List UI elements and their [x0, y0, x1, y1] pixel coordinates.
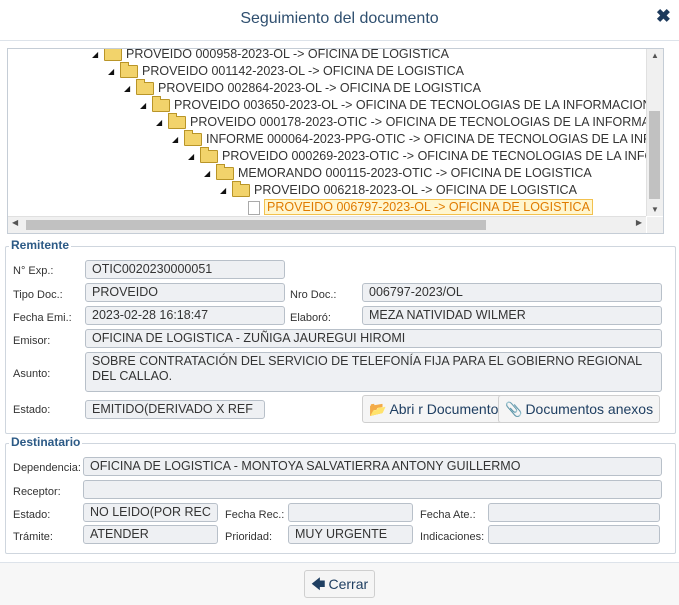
attachments-label: Documentos anexos: [525, 401, 654, 417]
remitente-section: Remitente N° Exp.: OTIC0020230000051 Tip…: [5, 238, 676, 434]
paperclip-icon: 📎: [505, 401, 523, 417]
vertical-scrollbar[interactable]: ▲ ▼: [646, 49, 663, 216]
fecharec-label: Fecha Rec.:: [225, 509, 285, 521]
horizontal-scroll-thumb[interactable]: [26, 220, 486, 230]
tree-node[interactable]: ◢ INFORME 000064-2023-PPG-OTIC -> OFICINA…: [172, 130, 646, 148]
folder-icon: [152, 96, 170, 113]
close-button[interactable]: 🡄 Cerrar: [304, 570, 376, 598]
dialog-footer: 🡄 Cerrar: [0, 562, 679, 605]
tree-node[interactable]: ◢ PROVEIDO 002864-2023-OL -> OFICINA DE L…: [124, 79, 481, 97]
tree-node-label: PROVEIDO 000958-2023-OL -> OFICINA DE LO…: [126, 49, 449, 61]
scroll-up-icon[interactable]: ▲: [647, 51, 663, 60]
expander-icon[interactable]: ◢: [172, 131, 184, 148]
open-document-button[interactable]: 📂 Abri r Documento: [362, 395, 506, 423]
horizontal-scrollbar[interactable]: ◀ ▶: [8, 216, 646, 233]
expander-icon[interactable]: ◢: [204, 165, 216, 182]
folder-icon: [216, 164, 234, 181]
tipodoc-field[interactable]: PROVEIDO: [85, 283, 285, 302]
tree-node[interactable]: ◢ PROVEIDO 000269-2023-OTIC -> OFICINA DE…: [188, 147, 646, 165]
folder-icon: [168, 113, 186, 130]
tree-node-label-selected: PROVEIDO 006797-2023-OL -> OFICINA DE LO…: [264, 199, 593, 215]
estado-field[interactable]: EMITIDO(DERIVADO X REF: [85, 400, 265, 419]
close-icon[interactable]: ✖: [656, 6, 671, 26]
nexp-field[interactable]: OTIC0020230000051: [85, 260, 285, 279]
elaboro-field[interactable]: MEZA NATIVIDAD WILMER: [362, 306, 662, 325]
tree-node-label: PROVEIDO 000178-2023-OTIC -> OFICINA DE …: [190, 115, 646, 129]
expander-icon[interactable]: ◢: [124, 80, 136, 97]
fechaate-label: Fecha Ate.:: [420, 509, 476, 521]
tramite-label: Trámite:: [13, 531, 53, 543]
folder-icon: [120, 62, 138, 79]
folder-icon: [104, 49, 122, 62]
document-tree[interactable]: ◢ PROVEIDO 000958-2023-OL -> OFICINA DE L…: [7, 48, 664, 234]
tree-node[interactable]: ◢ PROVEIDO 000958-2023-OL -> OFICINA DE L…: [92, 49, 449, 63]
tramite-field[interactable]: ATENDER: [83, 525, 218, 544]
resize-grip-icon[interactable]: [647, 217, 663, 233]
tree-viewport: ◢ PROVEIDO 000958-2023-OL -> OFICINA DE L…: [8, 49, 646, 216]
scroll-down-icon[interactable]: ▼: [647, 205, 663, 214]
tree-node-label: PROVEIDO 003650-2023-OL -> OFICINA DE TE…: [174, 98, 646, 112]
dialog-title: Seguimiento del documento: [240, 10, 439, 27]
tree-node[interactable]: ◢ MEMORANDO 000115-2023-OTIC -> OFICINA D…: [204, 164, 592, 182]
expander-icon[interactable]: ◢: [140, 97, 152, 114]
fechaemi-field[interactable]: 2023-02-28 16:18:47: [85, 306, 285, 325]
prioridad-field[interactable]: MUY URGENTE: [288, 525, 413, 544]
scroll-left-icon[interactable]: ◀: [12, 218, 18, 227]
emisor-label: Emisor:: [13, 335, 51, 347]
destinatario-legend: Destinatario: [9, 435, 83, 449]
folder-icon: [200, 147, 218, 164]
remitente-legend: Remitente: [9, 238, 72, 252]
close-button-label: Cerrar: [328, 576, 369, 592]
tipodoc-label: Tipo Doc.:: [13, 289, 63, 301]
asunto-textarea[interactable]: SOBRE CONTRATACIÓN DEL SERVICIO DE TELEF…: [85, 352, 662, 392]
dialog-titlebar: Seguimiento del documento ✖: [0, 0, 679, 41]
receptor-field[interactable]: [83, 480, 662, 499]
nexp-label: N° Exp.:: [13, 265, 54, 277]
dependencia-field[interactable]: OFICINA DE LOGISTICA - MONTOYA SALVATIER…: [83, 457, 662, 476]
attachments-button[interactable]: 📎 Documentos anexos: [498, 395, 661, 423]
tree-node[interactable]: PROVEIDO 006797-2023-OL -> OFICINA DE LO…: [236, 199, 593, 216]
indicaciones-field[interactable]: [488, 525, 660, 544]
tree-node-label: PROVEIDO 002864-2023-OL -> OFICINA DE LO…: [158, 81, 481, 95]
dest-estado-label: Estado:: [13, 509, 51, 521]
expander-icon[interactable]: ◢: [220, 182, 232, 199]
dependencia-label: Dependencia:: [13, 462, 81, 474]
fecharec-field[interactable]: [288, 503, 413, 522]
destinatario-section: Destinatario Dependencia: OFICINA DE LOG…: [5, 435, 676, 554]
folder-icon: [232, 181, 250, 198]
folder-icon: [136, 79, 154, 96]
fechaemi-label: Fecha Emi.:: [13, 312, 72, 324]
tree-node[interactable]: ◢ PROVEIDO 006218-2023-OL -> OFICINA DE L…: [220, 181, 577, 199]
emisor-field[interactable]: OFICINA DE LOGISTICA - ZUÑIGA JAUREGUI H…: [85, 329, 662, 348]
expander-icon[interactable]: ◢: [188, 148, 200, 165]
tree-node-label: PROVEIDO 001142-2023-OL -> OFICINA DE LO…: [142, 64, 464, 78]
tree-node-label: PROVEIDO 000269-2023-OTIC -> OFICINA DE …: [222, 149, 646, 163]
expander-icon[interactable]: ◢: [108, 63, 120, 80]
elaboro-label: Elaboró:: [290, 312, 331, 324]
asunto-label: Asunto:: [13, 368, 51, 380]
vertical-scroll-thumb[interactable]: [649, 111, 660, 199]
tree-node-label: MEMORANDO 000115-2023-OTIC -> OFICINA DE…: [238, 166, 592, 180]
open-document-label: Abri r Documento: [389, 401, 499, 417]
estado-label: Estado:: [13, 404, 51, 416]
tree-node[interactable]: ◢ PROVEIDO 003650-2023-OL -> OFICINA DE T…: [140, 96, 646, 114]
tree-node[interactable]: ◢ PROVEIDO 000178-2023-OTIC -> OFICINA DE…: [156, 113, 646, 131]
fechaate-field[interactable]: [488, 503, 660, 522]
tree-node-label: PROVEIDO 006218-2023-OL -> OFICINA DE LO…: [254, 183, 577, 197]
tree-node[interactable]: ◢ PROVEIDO 001142-2023-OL -> OFICINA DE L…: [108, 62, 464, 80]
scroll-right-icon[interactable]: ▶: [636, 218, 642, 227]
indicaciones-label: Indicaciones:: [420, 531, 485, 543]
expander-icon[interactable]: ◢: [156, 114, 168, 131]
nrodoc-field[interactable]: 006797-2023/OL: [362, 283, 662, 302]
folder-icon: [184, 130, 202, 147]
arrow-left-icon: 🡄: [311, 576, 326, 592]
prioridad-label: Prioridad:: [225, 531, 273, 543]
nrodoc-label: Nro Doc.:: [290, 289, 337, 301]
folder-open-icon: 📂: [369, 401, 387, 417]
expander-icon[interactable]: ◢: [92, 49, 104, 63]
document-icon: [248, 200, 260, 215]
tree-node-label: INFORME 000064-2023-PPG-OTIC -> OFICINA …: [206, 132, 646, 146]
dest-estado-field[interactable]: NO LEIDO(POR REC: [83, 503, 218, 522]
receptor-label: Receptor:: [13, 486, 61, 498]
